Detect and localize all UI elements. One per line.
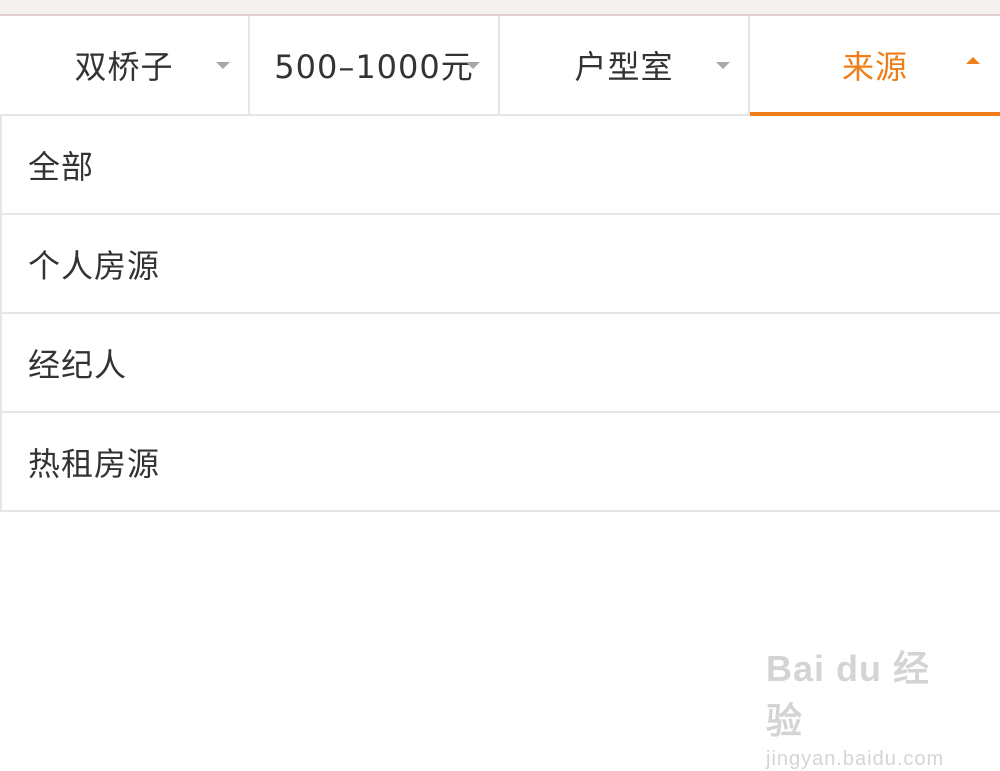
option-personal[interactable]: 个人房源 xyxy=(2,215,1000,314)
option-all[interactable]: 全部 xyxy=(2,116,1000,215)
option-agent[interactable]: 经纪人 xyxy=(2,314,1000,413)
watermark-url: jingyan.baidu.com xyxy=(766,748,945,770)
option-label: 全部 xyxy=(28,147,95,186)
option-label: 热租房源 xyxy=(28,444,161,483)
watermark-logo-text: Bai du 经验 xyxy=(766,648,931,741)
caret-down-icon xyxy=(716,62,730,69)
option-label: 经纪人 xyxy=(28,345,128,384)
filter-tab-label: 户型室 xyxy=(574,48,674,86)
caret-down-icon xyxy=(216,62,230,69)
filter-tab-layout[interactable]: 户型室 xyxy=(500,16,750,114)
filter-tab-price[interactable]: 500–1000元 xyxy=(250,16,500,114)
option-hot-rental[interactable]: 热租房源 xyxy=(2,413,1000,512)
source-dropdown: 全部 个人房源 经纪人 热租房源 xyxy=(0,116,1000,512)
status-strip xyxy=(0,0,1000,16)
filter-tab-label: 来源 xyxy=(841,48,908,86)
caret-down-icon xyxy=(466,62,480,69)
filter-tab-area[interactable]: 双桥子 xyxy=(0,16,250,114)
option-label: 个人房源 xyxy=(28,246,161,285)
watermark-logo: Bai du 经验 xyxy=(766,640,946,744)
baidu-jingyan-watermark: Bai du 经验 jingyan.baidu.com xyxy=(766,640,946,770)
filter-tab-label: 双桥子 xyxy=(74,48,174,86)
filter-tab-label: 500–1000元 xyxy=(274,48,474,86)
caret-up-icon xyxy=(966,57,980,64)
filter-tab-source[interactable]: 来源 xyxy=(750,16,1000,116)
filter-bar: 双桥子 500–1000元 户型室 来源 xyxy=(0,16,1000,116)
